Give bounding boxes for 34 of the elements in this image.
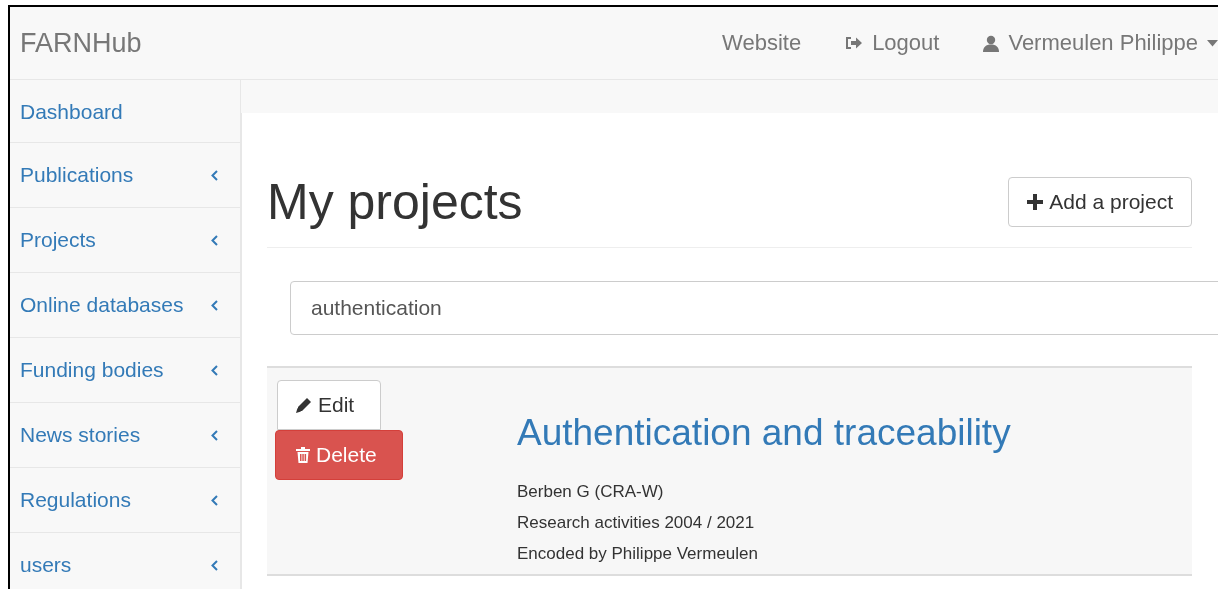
sign-out-icon [845,36,864,50]
sidebar-item[interactable]: News stories [10,403,240,468]
chevron-left-icon [211,169,218,181]
project-title-link[interactable]: Authentication and traceability [517,412,1011,454]
chevron-left-icon [211,234,218,246]
plus-icon [1027,194,1044,210]
project-detail: Berben G (CRA-W) [517,481,665,503]
chevron-left-icon [211,299,218,311]
search-field[interactable]: authentication [290,281,1218,335]
project-detail: Encoded by Philippe Vermeulen [517,543,759,565]
edit-button[interactable]: Edit [277,380,381,430]
nav-link[interactable]: Website [722,30,802,56]
sidebar-item[interactable]: Dashboard [10,80,240,143]
chevron-left-icon [211,494,218,506]
user-menu[interactable]: Vermeulen Philippe [983,30,1218,56]
brand-name[interactable]: FARNHub [20,27,142,59]
sidebar-item[interactable]: Online databases [10,273,240,338]
sidebar-item[interactable]: Regulations [10,468,240,533]
sidebar-item[interactable]: Projects [10,208,240,273]
logout-link[interactable]: Logout [845,30,940,56]
page-title: My projects [267,173,523,231]
caret-icon [1207,39,1218,47]
add-project-button[interactable]: Add a project [1008,177,1192,227]
sidebar-item[interactable]: Publications [10,143,240,208]
user-icon [983,34,1000,52]
chevron-left-icon [211,429,218,441]
delete-button[interactable]: Delete [275,430,403,480]
sidebar-item[interactable]: users [10,533,240,589]
project-detail: Research activities 2004 / 2021 [517,512,756,534]
pencil-icon [296,397,312,413]
chevron-left-icon [211,364,218,376]
sidebar-item[interactable]: Funding bodies [10,338,240,403]
chevron-left-icon [211,559,218,571]
trash-icon [296,447,310,463]
